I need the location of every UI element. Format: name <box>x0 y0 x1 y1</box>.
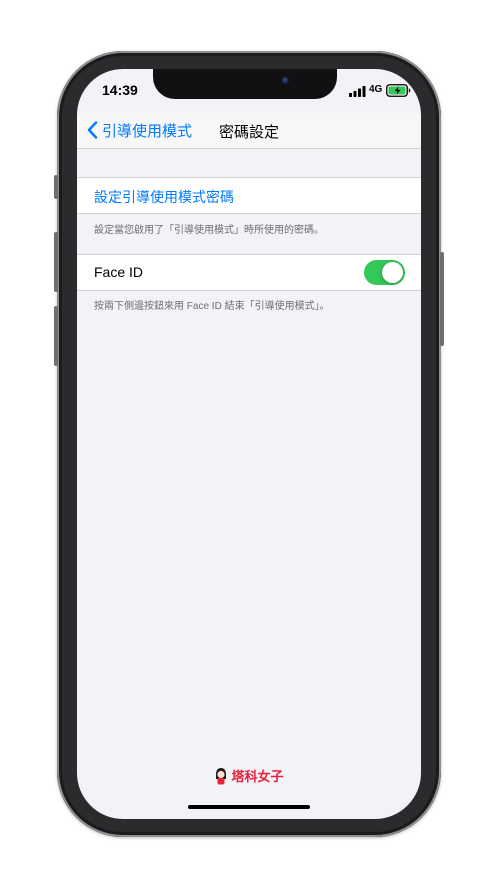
battery-charging-icon <box>386 84 411 97</box>
status-time: 14:39 <box>102 82 138 98</box>
toggle-knob <box>382 262 403 283</box>
face-id-toggle[interactable] <box>364 260 405 285</box>
home-indicator[interactable] <box>188 805 310 809</box>
watermark-text: 塔科女子 <box>231 770 284 785</box>
girl-avatar-icon <box>216 767 227 784</box>
front-camera <box>282 77 289 84</box>
signal-bars-icon <box>349 86 366 97</box>
set-passcode-row[interactable]: 設定引導使用模式密碼 <box>77 177 421 214</box>
screen: 14:39 4G 引導使用模式 密碼設定 設定引導使用模式密碼 設定當您啟用了「… <box>77 69 421 819</box>
face-id-footer-text: 按兩下側邊按鈕來用 Face ID 結束「引導使用模式」。 <box>94 301 330 312</box>
passcode-footer-text: 設定當您啟用了「引導使用模式」時所使用的密碼。 <box>94 225 324 236</box>
network-type: 4G <box>369 84 383 95</box>
face-id-row: Face ID <box>77 254 421 291</box>
set-passcode-label: 設定引導使用模式密碼 <box>94 189 234 205</box>
navigation-bar: 引導使用模式 密碼設定 <box>77 113 421 149</box>
side-button <box>440 252 444 346</box>
volume-up-button <box>54 232 58 292</box>
mute-switch <box>54 175 58 199</box>
volume-down-button <box>54 306 58 366</box>
page-title: 密碼設定 <box>218 124 279 141</box>
face-id-label: Face ID <box>94 264 144 280</box>
watermark: 塔科女子 <box>77 766 421 785</box>
notch <box>153 69 337 99</box>
